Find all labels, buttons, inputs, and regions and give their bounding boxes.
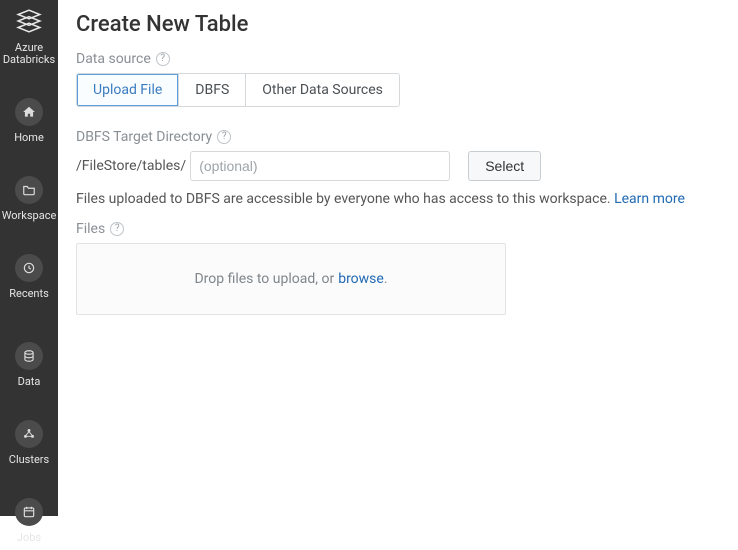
folder-icon (15, 176, 43, 204)
target-dir-label: DBFS Target Directory (76, 129, 212, 145)
upload-note: Files uploaded to DBFS are accessible by… (76, 191, 720, 207)
data-source-label-row: Data source ? (76, 51, 720, 67)
sidebar-item-jobs[interactable]: Jobs (0, 488, 58, 550)
target-dir-input[interactable] (190, 151, 450, 181)
learn-more-link[interactable]: Learn more (614, 191, 685, 207)
databricks-icon (16, 8, 42, 38)
sidebar-item-home[interactable]: Home (0, 88, 58, 150)
note-text: Files uploaded to DBFS are accessible by… (76, 191, 611, 207)
tab-upload-file[interactable]: Upload File (77, 74, 179, 106)
sidebar-item-label: Data (18, 375, 41, 388)
tab-dbfs[interactable]: DBFS (179, 74, 246, 106)
tab-other-data-sources[interactable]: Other Data Sources (246, 74, 399, 106)
page-title: Create New Table (76, 12, 720, 37)
file-dropzone[interactable]: Drop files to upload, or browse. (76, 243, 506, 315)
help-icon[interactable]: ? (217, 130, 231, 144)
sidebar-item-label: Workspace (2, 209, 57, 222)
data-source-tabs: Upload File DBFS Other Data Sources (76, 73, 400, 107)
sidebar-item-data[interactable]: Data (0, 332, 58, 394)
sidebar-item-workspace[interactable]: Workspace (0, 166, 58, 228)
cluster-icon (15, 420, 43, 448)
calendar-icon (15, 498, 43, 526)
help-icon[interactable]: ? (156, 52, 170, 66)
browse-link[interactable]: browse (338, 271, 384, 287)
recents-icon (15, 254, 43, 282)
brand-logo[interactable]: Azure Databricks (0, 8, 58, 66)
target-dir-label-row: DBFS Target Directory ? (76, 129, 720, 145)
sidebar-item-recents[interactable]: Recents (0, 244, 58, 306)
main-content: Create New Table Data source ? Upload Fi… (58, 0, 738, 516)
files-label: Files (76, 221, 105, 237)
sidebar-item-label: Clusters (9, 453, 49, 466)
sidebar: Azure Databricks Home Workspace Recents … (0, 0, 58, 516)
data-source-label: Data source (76, 51, 151, 67)
sidebar-item-label: Home (14, 131, 44, 144)
brand-label: Azure Databricks (0, 42, 58, 66)
sidebar-item-label: Jobs (17, 531, 41, 544)
home-icon (15, 98, 43, 126)
help-icon[interactable]: ? (110, 222, 124, 236)
sidebar-item-clusters[interactable]: Clusters (0, 410, 58, 472)
database-icon (15, 342, 43, 370)
dropzone-text: Drop files to upload, or (194, 271, 334, 287)
select-button[interactable]: Select (468, 151, 541, 181)
sidebar-item-label: Recents (9, 287, 49, 300)
files-label-row: Files ? (76, 221, 720, 237)
target-dir-row: /FileStore/tables/ Select (76, 151, 720, 181)
target-dir-path: /FileStore/tables/ (76, 158, 186, 174)
